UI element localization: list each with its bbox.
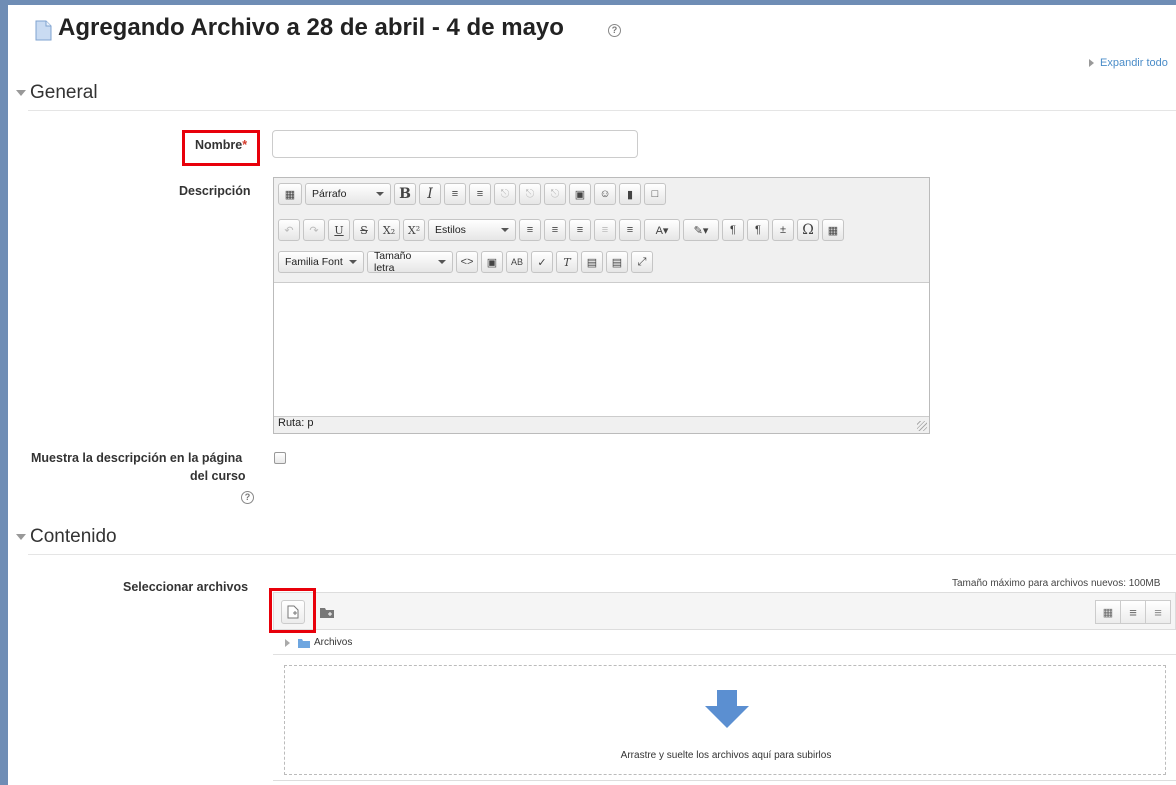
section-content-title: Contenido (30, 526, 117, 547)
image-icon[interactable]: ▣ (569, 183, 591, 205)
subscript-icon[interactable]: X₂ (378, 219, 400, 241)
align-left-icon[interactable]: ≡ (519, 219, 541, 241)
description-editor: ▦ Párrafo B I ≡ ≡ ⎋ ⎋ ⎋ ▣ ☺ ▮ □ ↶ ↷ U S … (273, 177, 930, 434)
clean-format-icon[interactable]: ✓ (531, 251, 553, 273)
section-general-toggle[interactable]: General (16, 82, 98, 104)
non-breaking-icon[interactable]: AB (506, 251, 528, 273)
toolbar-toggle-icon[interactable]: ▦ (278, 183, 302, 205)
grid-view-icon: ▦ (1102, 606, 1114, 619)
view-mode-group: ▦ ≡ ≡ (1095, 600, 1171, 624)
editor-content-area[interactable] (274, 282, 929, 417)
create-folder-icon (320, 607, 334, 618)
emoticon-icon[interactable]: ☺ (594, 183, 616, 205)
search-replace-icon[interactable]: ▣ (481, 251, 503, 273)
indent-icon[interactable]: ≡ (619, 219, 641, 241)
filepicker-path: Archivos (273, 634, 1176, 655)
editor-toolbar-row-1: ▦ Párrafo B I ≡ ≡ ⎋ ⎋ ⎋ ▣ ☺ ▮ □ (278, 183, 666, 207)
view-list-button[interactable]: ≡ (1120, 600, 1146, 624)
unlink-icon[interactable]: ⎋ (519, 183, 541, 205)
expand-all-link[interactable]: Expandir todo (1089, 57, 1168, 69)
window-frame-left (0, 0, 8, 785)
html-code-icon[interactable]: <> (456, 251, 478, 273)
page-title: Agregando Archivo a 28 de abril - 4 de m… (58, 14, 564, 41)
ordered-list-icon[interactable]: ≡ (469, 183, 491, 205)
media-icon[interactable]: ▮ (619, 183, 641, 205)
show-description-checkbox[interactable] (274, 452, 286, 464)
rtl-icon[interactable]: ¶ (747, 219, 769, 241)
highlight-box-add-file (269, 588, 316, 633)
editor-toolbar-row-2: ↶ ↷ U S X₂ X² Estilos ≡ ≡ ≡ ≡ ≡ A▾ ✎▾ ¶ … (278, 219, 844, 243)
show-description-label-line2: del curso (190, 469, 246, 483)
collapse-caret-icon (16, 89, 26, 96)
drop-hint: Arrastre y suelte los archivos aquí para… (620, 750, 832, 761)
outdent-icon[interactable]: ≡ (594, 219, 616, 241)
name-label: Nombre* (195, 138, 248, 152)
help-icon[interactable]: ? (608, 24, 621, 37)
file-drop-zone[interactable]: Arrastre y suelte los archivos aquí para… (284, 665, 1166, 775)
align-right-icon[interactable]: ≡ (569, 219, 591, 241)
underline-icon[interactable]: U (328, 219, 350, 241)
tree-view-icon: ≡ (1154, 604, 1162, 620)
fullscreen-icon[interactable]: ⤢ (631, 251, 653, 273)
background-color-icon[interactable]: ✎▾ (683, 219, 719, 241)
section-divider (28, 110, 1176, 111)
path-root-folder[interactable]: Archivos (314, 637, 352, 648)
superscript-icon[interactable]: X² (403, 219, 425, 241)
window-frame-top (0, 0, 1176, 5)
text-color-icon[interactable]: A▾ (644, 219, 680, 241)
strikethrough-icon[interactable]: S (353, 219, 375, 241)
show-description-label-line1: Muestra la descripción en la página (31, 451, 243, 465)
paragraph-format-select[interactable]: Párrafo (305, 183, 391, 205)
table-icon[interactable]: ▦ (822, 219, 844, 241)
required-mark: * (242, 138, 248, 152)
view-icons-button[interactable]: ▦ (1095, 600, 1121, 624)
editor-toolbar-row-3: Familia Font Tamaño letra <> ▣ AB ✓ T ▤ … (278, 250, 653, 275)
special-char-icon[interactable]: Ω (797, 219, 819, 241)
filepicker-toolbar: ▦ ≡ ≡ (273, 592, 1176, 630)
expand-triangle-icon (285, 639, 290, 647)
paste-text-icon[interactable]: ▤ (581, 251, 603, 273)
paste-word-icon[interactable]: ▤ (606, 251, 628, 273)
download-arrow-icon (705, 690, 749, 728)
filepicker-bottom-border (273, 780, 1176, 781)
clear-format-icon[interactable]: T (556, 251, 578, 273)
description-label: Descripción (179, 184, 251, 198)
manage-files-icon[interactable]: □ (644, 183, 666, 205)
list-view-icon: ≡ (1129, 604, 1137, 620)
select-files-label: Seleccionar archivos (123, 580, 249, 594)
create-folder-button[interactable] (315, 600, 339, 624)
unordered-list-icon[interactable]: ≡ (444, 183, 466, 205)
view-tree-button[interactable]: ≡ (1145, 600, 1171, 624)
folder-icon (298, 639, 310, 648)
collapse-caret-icon (16, 533, 26, 540)
section-divider (28, 554, 1176, 555)
equation-icon[interactable]: ± (772, 219, 794, 241)
section-general-title: General (30, 82, 98, 103)
align-center-icon[interactable]: ≡ (544, 219, 566, 241)
section-content-toggle[interactable]: Contenido (16, 526, 117, 548)
styles-select[interactable]: Estilos (428, 219, 516, 241)
link-icon[interactable]: ⎋ (494, 183, 516, 205)
font-size-select[interactable]: Tamaño letra (367, 250, 453, 274)
anchor-icon[interactable]: ⎋ (544, 183, 566, 205)
file-icon (35, 20, 52, 41)
max-file-size-note: Tamaño máximo para archivos nuevos: 100M… (952, 578, 1161, 589)
resize-grip-icon[interactable] (917, 421, 927, 431)
italic-icon[interactable]: I (419, 183, 441, 205)
undo-icon[interactable]: ↶ (278, 219, 300, 241)
bold-icon[interactable]: B (394, 183, 416, 205)
help-icon[interactable]: ? (241, 491, 254, 504)
expand-triangle-icon (1089, 59, 1094, 68)
redo-icon[interactable]: ↷ (303, 219, 325, 241)
ltr-icon[interactable]: ¶ (722, 219, 744, 241)
editor-status-path: Ruta: p (278, 417, 314, 429)
name-input[interactable] (272, 130, 638, 158)
expand-all-label: Expandir todo (1100, 57, 1168, 69)
font-family-select[interactable]: Familia Font (278, 251, 364, 273)
